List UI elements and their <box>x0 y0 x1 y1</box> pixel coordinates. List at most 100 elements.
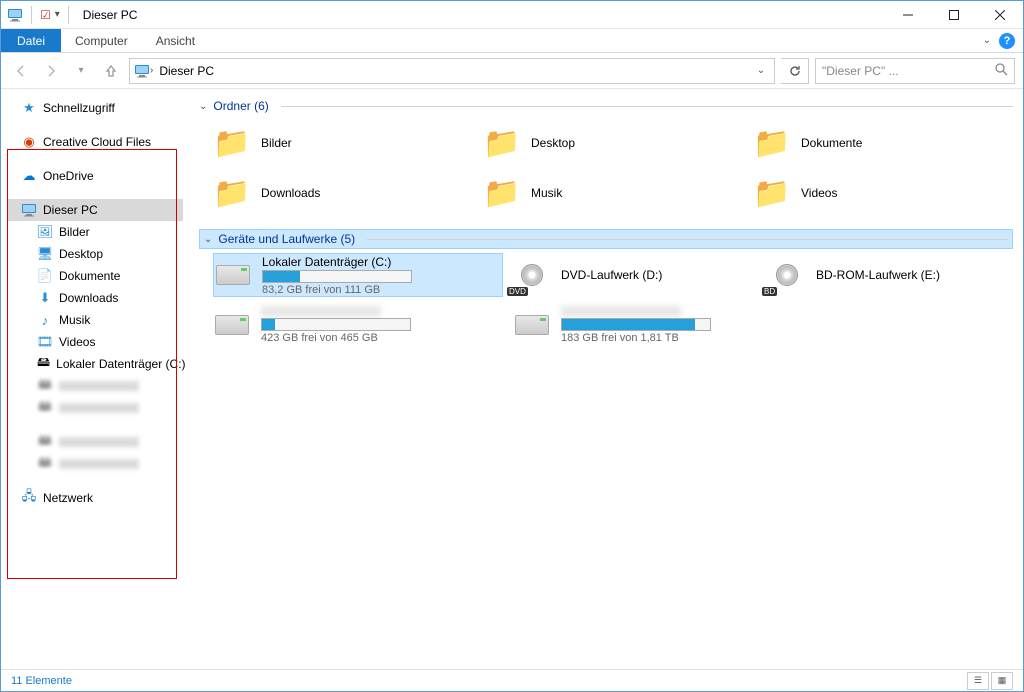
status-bar: 11 Elemente ☰ ▦ <box>1 669 1023 691</box>
group-header-label: Geräte und Laufwerke (5) <box>218 232 355 246</box>
tab-view[interactable]: Ansicht <box>142 29 209 52</box>
address-pc-icon <box>134 63 150 79</box>
dvd-drive-icon: DVD <box>513 256 551 294</box>
folder-bilder[interactable]: 📁 Bilder <box>213 121 473 165</box>
nav-child-hidden[interactable]: 🖴 <box>7 375 183 397</box>
nav-child-hidden[interactable]: 🖴 <box>7 431 183 453</box>
drive-label: Lokaler Datenträger (C:) <box>262 255 412 269</box>
search-input[interactable]: "Dieser PC" ... <box>815 58 1015 84</box>
drive-hidden-1[interactable]: 423 GB frei von 465 GB <box>213 303 503 347</box>
nav-label: Musik <box>59 313 90 327</box>
nav-label: Desktop <box>59 247 103 261</box>
quick-access-toolbar: ☑ ▾ <box>1 6 73 24</box>
group-header-drives[interactable]: ⌄ Geräte und Laufwerke (5) <box>199 229 1013 249</box>
drive-hidden-2[interactable]: 183 GB frei von 1,81 TB <box>513 303 758 347</box>
address-bar[interactable]: › Dieser PC ⌄ <box>129 58 775 84</box>
folder-label: Videos <box>801 186 837 200</box>
nav-label: Dokumente <box>59 269 120 283</box>
window-title: Dieser PC <box>73 8 138 22</box>
folder-label: Dokumente <box>801 136 862 150</box>
folder-dokumente[interactable]: 📁 Dokumente <box>753 121 1013 165</box>
qat-dropdown-icon[interactable]: ▾ <box>55 9 60 20</box>
nav-child-downloads[interactable]: ⬇Downloads <box>7 287 183 309</box>
folder-videos[interactable]: 📁 Videos <box>753 171 1013 215</box>
nav-this-pc[interactable]: Dieser PC <box>7 199 183 221</box>
tab-computer[interactable]: Computer <box>61 29 142 52</box>
cloud-icon: ☁ <box>21 168 37 184</box>
maximize-button[interactable] <box>931 1 977 29</box>
folder-downloads[interactable]: 📁 Downloads <box>213 171 473 215</box>
nav-child-local-c[interactable]: 🖴Lokaler Datenträger (C:) <box>7 353 183 375</box>
nav-network[interactable]: 🖧Netzwerk <box>7 487 183 509</box>
breadcrumb[interactable]: Dieser PC <box>153 64 220 78</box>
qat-properties-icon[interactable]: ☑ <box>40 8 51 22</box>
folder-icon: 📁 <box>213 124 251 162</box>
nav-child-musik[interactable]: ♪ Musik <box>7 309 183 331</box>
back-button[interactable] <box>9 59 33 83</box>
folder-desktop[interactable]: 📁Desktop <box>483 121 743 165</box>
help-icon[interactable]: ? <box>999 33 1015 49</box>
nav-quick-access[interactable]: ★ Schnellzugriff <box>7 97 183 119</box>
address-history-dropdown[interactable]: ⌄ <box>750 60 772 82</box>
recent-dropdown[interactable]: ▾ <box>69 59 93 83</box>
group-header-label: Ordner (6) <box>213 99 268 113</box>
drive-icon: 🖴 <box>37 456 53 472</box>
app-icon <box>7 7 23 23</box>
hdd-icon <box>513 306 551 344</box>
hdd-icon <box>213 306 251 344</box>
window-controls <box>885 1 1023 29</box>
navigation-pane: ★ Schnellzugriff ◉Creative Cloud Files ☁ O… <box>1 89 189 669</box>
pc-icon <box>21 202 37 218</box>
group-folders: ⌄ Ordner (6) 📁 Bilder 📁Desktop 📁 Dokumente… <box>199 95 1013 229</box>
refresh-button[interactable] <box>781 58 809 84</box>
folder-icon: 📁 <box>753 124 791 162</box>
nav-child-hidden[interactable]: 🖴 <box>7 453 183 475</box>
nav-child-hidden[interactable]: 🖴 <box>7 397 183 419</box>
drive-dvd-d[interactable]: DVD DVD-Laufwerk (D:) <box>513 253 758 297</box>
nav-label: OneDrive <box>43 169 94 183</box>
nav-creative-cloud[interactable]: ◉Creative Cloud Files <box>7 131 183 153</box>
minimize-button[interactable] <box>885 1 931 29</box>
nav-onedrive[interactable]: ☁ OneDrive <box>7 165 183 187</box>
folder-icon: 📁 <box>483 174 521 212</box>
close-button[interactable] <box>977 1 1023 29</box>
address-row: ▾ › Dieser PC ⌄ "Dieser PC" ... <box>1 53 1023 89</box>
capacity-bar <box>561 318 711 331</box>
drive-subtext: 183 GB frei von 1,81 TB <box>561 332 711 344</box>
videos-icon: 🎞 <box>37 334 53 350</box>
folder-icon: 📁 <box>213 174 251 212</box>
chevron-down-icon: ⌄ <box>199 101 207 112</box>
nav-label: Videos <box>59 335 95 349</box>
view-tiles-button[interactable]: ▦ <box>991 672 1013 690</box>
capacity-bar <box>262 270 412 283</box>
tab-file[interactable]: Datei <box>1 29 61 52</box>
nav-label: Downloads <box>59 291 118 305</box>
folder-label: Bilder <box>261 136 292 150</box>
drive-local-c[interactable]: Lokaler Datenträger (C:) 83,2 GB frei vo… <box>213 253 503 297</box>
drive-label: BD-ROM-Laufwerk (E:) <box>816 268 940 282</box>
folder-icon: 📁 <box>753 174 791 212</box>
nav-child-bilder[interactable]: 🖼Bilder <box>7 221 183 243</box>
capacity-bar <box>261 318 411 331</box>
nav-child-dokumente[interactable]: 📄Dokumente <box>7 265 183 287</box>
folder-icon: 📁 <box>483 124 521 162</box>
status-item-count: 11 Elemente <box>11 675 72 687</box>
nav-label: Schnellzugriff <box>43 101 115 115</box>
folder-musik[interactable]: 📁 Musik <box>483 171 743 215</box>
star-icon: ★ <box>21 100 37 116</box>
nav-child-videos[interactable]: 🎞 Videos <box>7 331 183 353</box>
titlebar: ☑ ▾ Dieser PC <box>1 1 1023 29</box>
nav-child-desktop[interactable]: 🖥Desktop <box>7 243 183 265</box>
nav-label: Netzwerk <box>43 491 93 505</box>
view-details-button[interactable]: ☰ <box>967 672 989 690</box>
pictures-icon: 🖼 <box>37 224 53 240</box>
folder-label: Downloads <box>261 186 320 200</box>
drive-bd-e[interactable]: BD BD-ROM-Laufwerk (E:) <box>768 253 1013 297</box>
group-header-folders[interactable]: ⌄ Ordner (6) <box>199 95 1013 117</box>
music-icon: ♪ <box>37 312 53 328</box>
ribbon-expand-icon[interactable]: ⌄ <box>983 35 991 46</box>
folder-label: Musik <box>531 186 562 200</box>
nav-label: Dieser PC <box>43 203 98 217</box>
up-button[interactable] <box>99 59 123 83</box>
forward-button[interactable] <box>39 59 63 83</box>
